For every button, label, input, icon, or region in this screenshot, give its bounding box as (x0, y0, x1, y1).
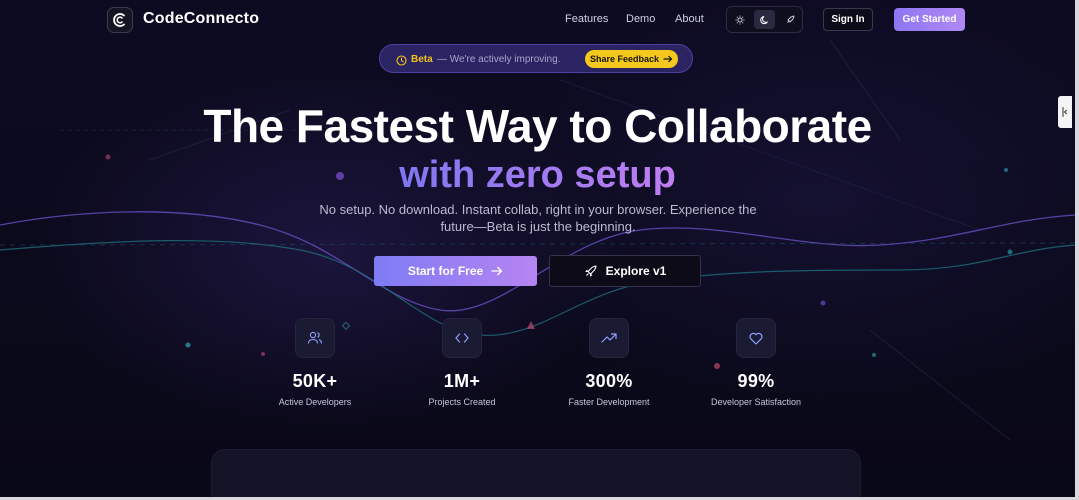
stat-faster-development: 300% Faster Development (529, 318, 689, 407)
stat-active-developers: 50K+ Active Developers (235, 318, 395, 407)
stat-label: Developer Satisfaction (710, 397, 802, 407)
users-icon (295, 318, 335, 358)
stat-value: 1M+ (443, 371, 481, 391)
beta-label: Beta (411, 54, 433, 65)
sign-in-button[interactable]: Sign In (823, 8, 873, 31)
demo-preview-card (211, 449, 861, 500)
stat-label: Faster Development (568, 397, 650, 407)
share-feedback-button[interactable]: Share Feedback (585, 50, 678, 68)
beta-text: — We're actively improving. (437, 54, 561, 65)
trending-up-icon (589, 318, 629, 358)
hero-title: The Fastest Way to Collaborate (203, 100, 872, 152)
share-feedback-label: Share Feedback (589, 54, 660, 64)
theme-switcher (726, 6, 803, 33)
start-for-free-button[interactable]: Start for Free (374, 256, 537, 286)
stat-label: Projects Created (428, 397, 496, 407)
rocket-icon[interactable] (779, 10, 800, 29)
explore-v1-button[interactable]: Explore v1 (549, 255, 701, 287)
heart-icon (736, 318, 776, 358)
start-for-free-label: Start for Free (407, 264, 484, 278)
stat-projects-created: 1M+ Projects Created (382, 318, 542, 407)
window-scrollbar[interactable] (1075, 0, 1079, 500)
sun-icon[interactable] (729, 10, 750, 29)
hero-subtitle: with zero setup (0, 152, 1075, 198)
hero-description: No setup. No download. Instant collab, r… (319, 202, 757, 234)
moon-icon[interactable] (754, 10, 775, 29)
arrow-right-icon (491, 266, 503, 276)
top-navigation: CodeConnecto Features Demo About Sign In… (0, 0, 1075, 40)
hero-subtitle-text: with zero setup (399, 154, 676, 196)
clock-icon (396, 53, 407, 71)
stat-value: 50K+ (292, 371, 338, 391)
nav-link-about[interactable]: About (675, 13, 704, 25)
stat-developer-satisfaction: 99% Developer Satisfaction (676, 318, 836, 407)
logo-icon[interactable] (107, 7, 133, 33)
beta-banner: Beta — We're actively improving. Share F… (379, 44, 693, 73)
code-icon (442, 318, 482, 358)
stat-label: Active Developers (278, 397, 352, 407)
stat-value: 300% (585, 371, 633, 391)
logo-text[interactable]: CodeConnecto (143, 10, 259, 28)
stat-value: 99% (737, 371, 775, 391)
get-started-button[interactable]: Get Started (894, 8, 965, 31)
explore-v1-label: Explore v1 (605, 264, 667, 278)
arrow-right-icon (663, 55, 673, 63)
rocket-icon (585, 264, 597, 277)
hero-background (0, 0, 1079, 500)
nav-link-features[interactable]: Features (565, 13, 608, 25)
nav-link-demo[interactable]: Demo (626, 13, 655, 25)
